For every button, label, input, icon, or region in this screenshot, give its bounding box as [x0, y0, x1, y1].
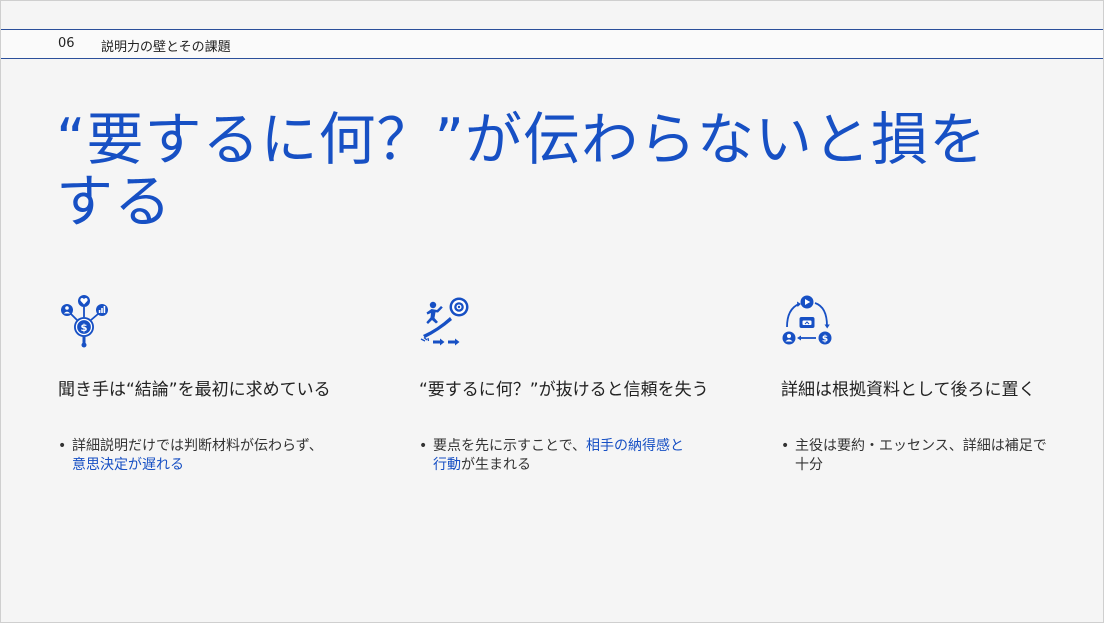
point-column-2: “要するに何？”が抜けると信頼を失う • 要点を先に示すことで、相手の納得感と行…	[419, 293, 709, 475]
point-bullet-1: • 詳細説明だけでは判断材料が伝わらず、意思決定が遅れる	[58, 437, 332, 475]
cycle-process-icon: $	[782, 295, 832, 345]
bullet-marker: •	[419, 438, 428, 454]
point-heading-2: “要するに何？”が抜けると信頼を失う	[419, 380, 709, 400]
section-number: 06	[58, 36, 75, 51]
point-heading-3: 詳細は根拠資料として後ろに置く	[781, 380, 1036, 400]
runner-target-icon	[420, 297, 469, 346]
point-heading-1: 聞き手は“結論”を最初に求めている	[58, 380, 331, 400]
page-title-line1: “要するに何？”が伝わらないと損を	[56, 107, 988, 173]
bullet-tail: が生まれる	[461, 457, 531, 473]
bullet-text: 主役は要約・エッセンス、詳細は補足で十分	[795, 438, 1047, 473]
svg-text:$: $	[81, 323, 88, 334]
header-bar: 06 説明力の壁とその課題	[1, 29, 1103, 59]
point-bullet-2: • 要点を先に示すことで、相手の納得感と行動が生まれる	[419, 437, 693, 475]
point-column-1: $ 聞き手は“結論”を最初に求めている • 詳細説明だけでは判断材料が伝わらず、…	[58, 293, 348, 475]
section-title: 説明力の壁とその課題	[101, 40, 231, 55]
page-title: “要するに何？”が伝わらないと損を する	[56, 109, 1056, 233]
bullet-highlight: 意思決定が遅れる	[72, 457, 184, 473]
page-title-line2: する	[56, 169, 172, 235]
point-bullet-3: • 主役は要約・エッセンス、詳細は補足で十分	[781, 437, 1055, 475]
bullet-marker: •	[58, 438, 67, 454]
people-money-insight-icon: $	[61, 295, 108, 348]
slide: 06 説明力の壁とその課題 “要するに何？”が伝わらないと損を する $ 聞き手…	[0, 0, 1104, 623]
point-column-3: $ 詳細は根拠資料として後ろに置く • 主役は要約・エッセンス、詳細は補足で十分	[781, 293, 1071, 475]
bullet-text: 詳細説明だけでは判断材料が伝わらず、	[72, 438, 323, 454]
bullet-marker: •	[781, 438, 790, 454]
bullet-text: 要点を先に示すことで、	[433, 438, 587, 454]
svg-text:$: $	[822, 335, 828, 345]
